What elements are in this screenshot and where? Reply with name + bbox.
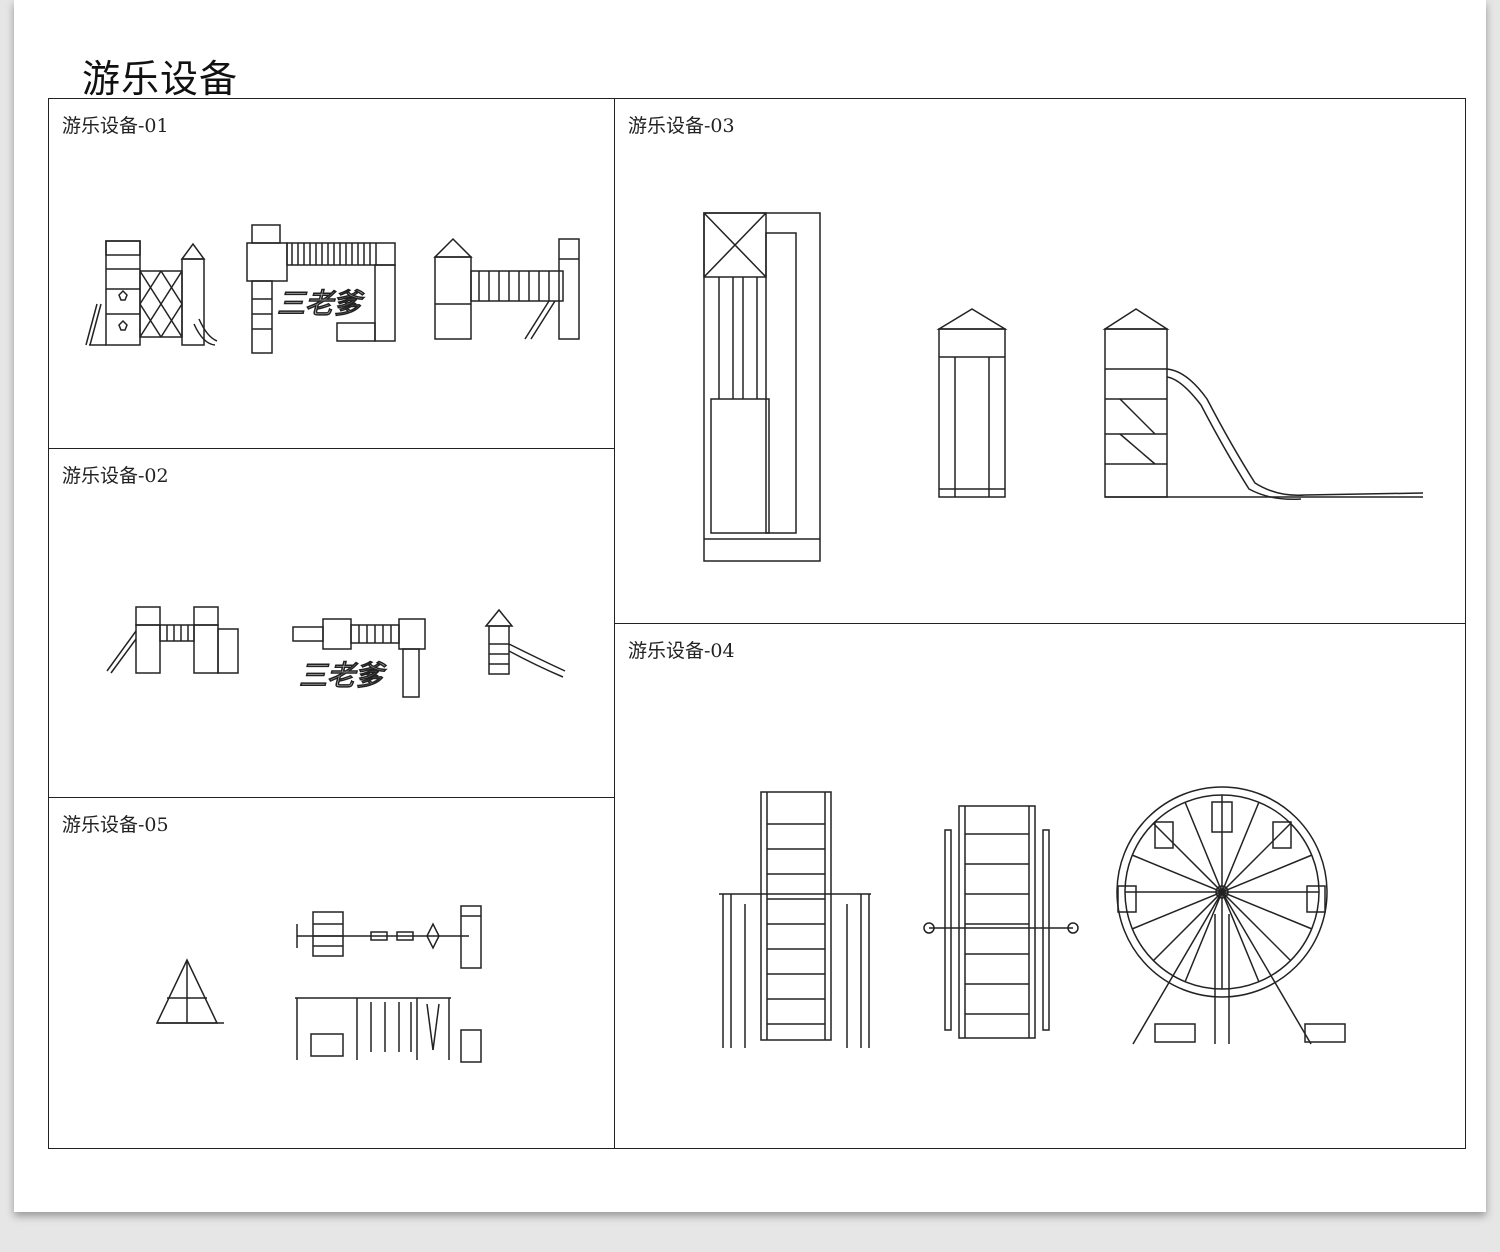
water-slide-drawings-03	[703, 212, 1424, 562]
panel-05: 游乐设备-05	[48, 797, 615, 1149]
a-frame-swing-drawing	[155, 958, 224, 1024]
ferris-wheel-top-drawing	[923, 805, 1079, 1039]
slide-tower-plan-drawing	[703, 212, 821, 562]
swing-set-drawing	[295, 997, 482, 1063]
tower-front-drawing	[936, 308, 1008, 498]
tower-slide-side-drawing	[1102, 308, 1424, 501]
ferris-wheel-side-drawing	[719, 791, 871, 1048]
ferris-wheel-front-drawing	[1116, 786, 1346, 1045]
watermark-02: 三老爹	[299, 659, 387, 692]
playground-drawings-01: 三老爹	[85, 224, 580, 354]
page-title: 游乐设备	[82, 57, 239, 101]
watermark-01: 三老爹	[277, 287, 365, 320]
small-tower-slide-drawing	[484, 608, 566, 678]
double-tower-slide-drawing	[106, 606, 239, 674]
playground-drawings-02: 三老爹	[106, 606, 566, 698]
playground-drawings-05	[155, 905, 482, 1063]
play-structure-c-drawing	[433, 237, 580, 340]
play-structure-a-drawing	[85, 240, 218, 346]
panel-02: 游乐设备-02 三老爹	[48, 448, 615, 798]
panel-01: 游乐设备-01 三老爹	[48, 98, 615, 449]
panel-04: 游乐设备-04	[614, 623, 1466, 1149]
panel-03: 游乐设备-03	[614, 98, 1466, 624]
seesaw-row-drawing	[296, 905, 482, 969]
ferris-wheel-drawings-04	[719, 786, 1346, 1048]
